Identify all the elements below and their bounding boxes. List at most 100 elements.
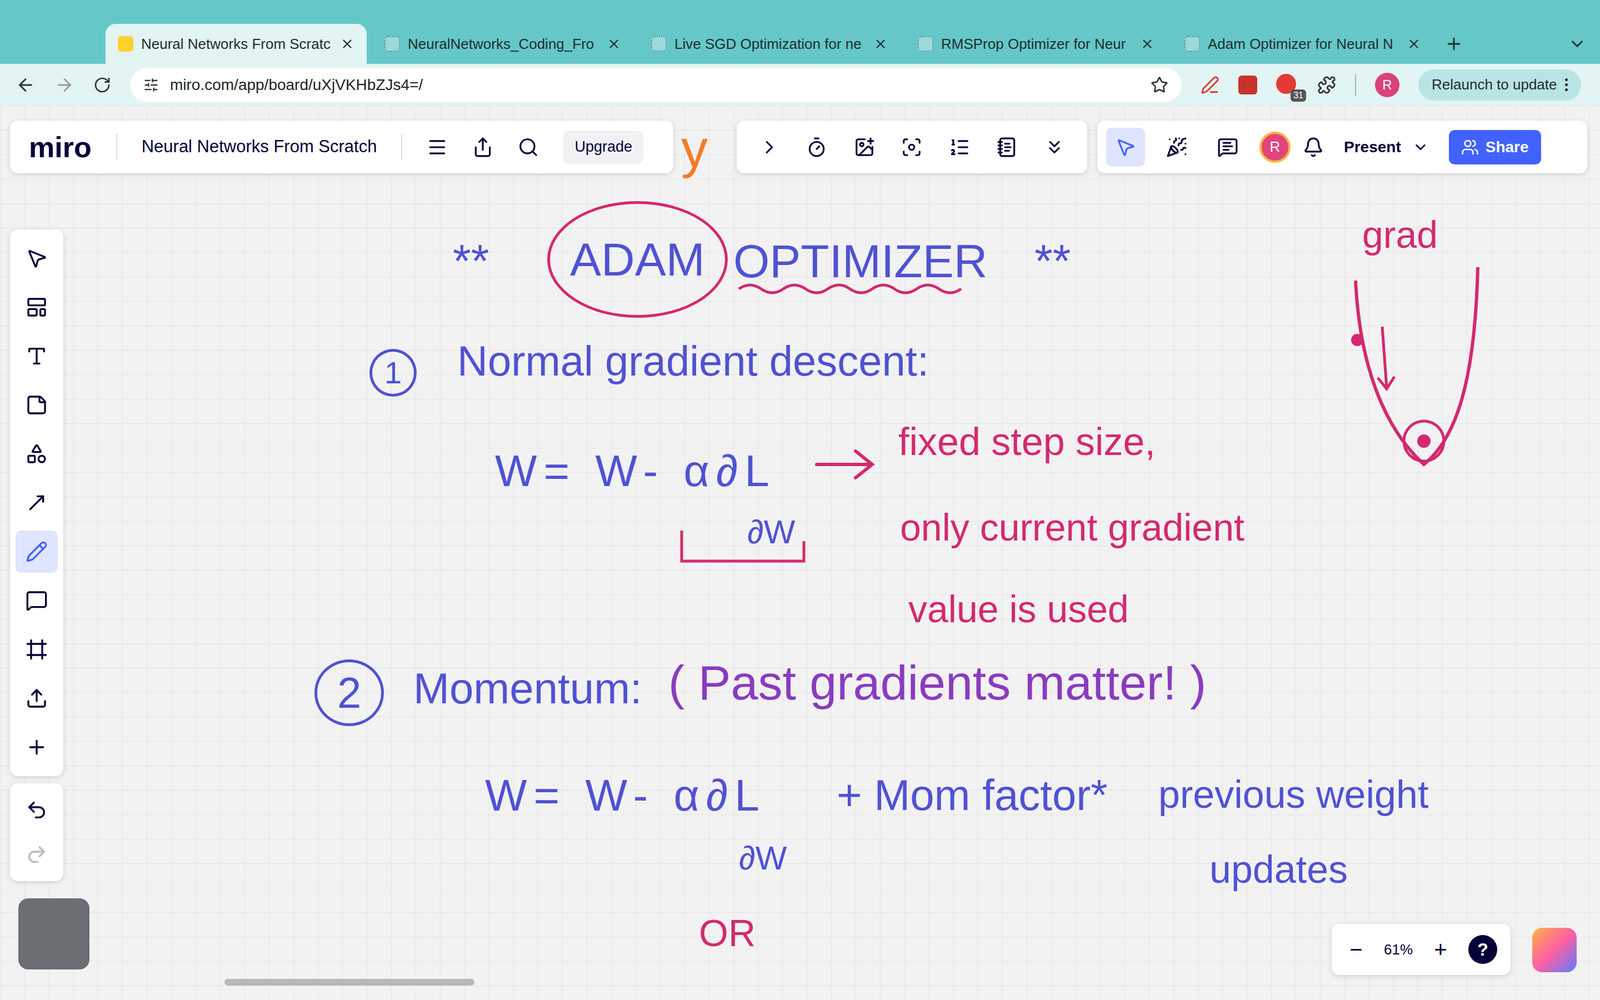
favicon-icon [651, 36, 667, 52]
more-tools-icon[interactable] [1043, 136, 1065, 158]
tool-button[interactable] [15, 237, 58, 280]
tool-button[interactable] [15, 432, 58, 475]
tool-icon [25, 393, 48, 417]
close-icon[interactable] [873, 36, 888, 52]
present-button[interactable]: Present [1336, 135, 1437, 159]
user-avatar[interactable]: R [1259, 131, 1291, 163]
pen-extension-icon[interactable] [1200, 75, 1220, 95]
back-icon[interactable] [15, 75, 36, 95]
miro-logo[interactable]: miro [28, 132, 92, 162]
handwritten-note[interactable]: only current gradient [900, 508, 1245, 547]
relaunch-button[interactable]: Relaunch to update [1418, 69, 1582, 101]
handwritten-note[interactable]: Momentum: [413, 666, 643, 710]
handwritten-note[interactable]: ** [1034, 237, 1071, 285]
tool-button[interactable] [15, 481, 58, 524]
bracket-line [681, 530, 804, 562]
ai-assistant-icon[interactable] [1532, 927, 1577, 973]
browser-tab[interactable]: Adam Optimizer for Neural N [1172, 23, 1434, 64]
collab-tool[interactable] [1106, 127, 1145, 167]
tool-button[interactable] [15, 383, 58, 427]
menu-icon[interactable] [426, 136, 448, 158]
omnibox[interactable]: miro.com/app/board/uXjVKHbZJs4=/ [130, 67, 1182, 103]
forward-icon[interactable] [54, 75, 75, 95]
handwritten-note[interactable]: ADAM [547, 201, 728, 318]
collab-toolbar: R Present Share [1097, 120, 1588, 174]
tool-button[interactable] [15, 628, 58, 671]
handwritten-note[interactable]: + Mom factor* [836, 773, 1108, 817]
handwritten-note[interactable]: previous weight [1158, 775, 1429, 814]
tool-icon [1166, 136, 1188, 158]
close-icon[interactable] [1406, 36, 1422, 52]
share-button[interactable]: Share [1448, 130, 1542, 165]
zoom-level[interactable]: 61% [1383, 938, 1413, 961]
extensions-icon[interactable] [1317, 75, 1337, 95]
tool-icon [25, 589, 48, 612]
minimum-dot [1417, 434, 1431, 448]
profile-avatar[interactable]: R [1375, 72, 1400, 98]
handwritten-note[interactable]: fixed step size, [898, 422, 1156, 462]
new-tab-icon[interactable] [1444, 34, 1464, 54]
address-bar: miro.com/app/board/uXjVKHbZJs4=/31RRelau… [0, 63, 1600, 106]
browser-tab[interactable]: Neural Networks From Scratc [105, 23, 367, 64]
tab-strip: Neural Networks From ScratcNeuralNetwork… [0, 0, 1600, 64]
notes-icon[interactable] [996, 136, 1018, 158]
tool-button[interactable] [15, 677, 58, 720]
browser-tab[interactable]: Live SGD Optimization for ne [638, 23, 900, 64]
tool-button[interactable] [15, 726, 58, 769]
handwritten-note[interactable]: ** [452, 237, 489, 285]
handwritten-note[interactable]: ( Past gradients matter! ) [668, 658, 1207, 708]
help-button[interactable]: ? [1468, 935, 1498, 964]
timer-icon[interactable] [806, 136, 828, 158]
undo-button[interactable] [15, 787, 58, 833]
reload-icon[interactable] [93, 76, 112, 94]
handwritten-note[interactable]: updates [1209, 850, 1348, 889]
handwritten-note[interactable]: OPTIMIZER [733, 237, 988, 285]
close-icon[interactable] [340, 36, 355, 52]
tab-search-icon[interactable] [1567, 34, 1587, 54]
zoom-out-button[interactable]: − [1345, 938, 1368, 961]
close-icon[interactable] [1140, 36, 1155, 52]
handwritten-note[interactable]: OR [698, 913, 756, 952]
left-toolbar [10, 229, 64, 777]
handwritten-note[interactable]: 1 [369, 348, 417, 397]
handwritten-note[interactable]: value is used [908, 590, 1129, 628]
board-canvas[interactable]: y ** ADAMOPTIMIZER ** grad 1 Normal gradient d… [0, 105, 1600, 1000]
redo-button[interactable] [15, 832, 58, 877]
handwritten-note[interactable]: Normal gradient descent: [457, 340, 929, 383]
handwritten-note[interactable]: ∂W [738, 841, 787, 875]
handwritten-note[interactable]: W= W- α∂L [485, 773, 767, 818]
search-icon[interactable] [517, 136, 539, 158]
handwritten-note[interactable]: 2 [314, 659, 384, 727]
close-icon[interactable] [606, 36, 622, 52]
notifications-icon[interactable] [1302, 136, 1324, 158]
history-toolbar [10, 783, 64, 882]
extension-icon[interactable] [1238, 75, 1258, 95]
tool-button[interactable] [15, 335, 58, 378]
wavy-underline [738, 285, 962, 293]
handwritten-note[interactable]: y [681, 122, 708, 176]
favicon-icon [384, 36, 400, 52]
collab-tool[interactable] [1157, 127, 1197, 167]
tool-icon [25, 345, 48, 368]
handwritten-note[interactable]: ∂W [747, 515, 795, 549]
upgrade-button[interactable]: Upgrade [563, 130, 644, 164]
countdown-icon[interactable] [948, 136, 970, 158]
tool-button[interactable] [15, 530, 58, 573]
expand-icon[interactable] [758, 136, 780, 158]
browser-tab[interactable]: RMSProp Optimizer for Neur [905, 23, 1167, 64]
focus-icon[interactable] [901, 136, 923, 158]
handwritten-note[interactable]: grad [1362, 215, 1438, 254]
zoom-in-button[interactable]: + [1429, 938, 1452, 961]
collab-tool[interactable] [1208, 127, 1248, 167]
export-icon[interactable] [472, 136, 494, 158]
board-title[interactable]: Neural Networks From Scratch [141, 133, 378, 160]
tool-button[interactable] [15, 579, 58, 622]
handwritten-note[interactable]: W= W- α∂L [495, 448, 777, 494]
horizontal-scrollbar[interactable] [224, 978, 475, 986]
browser-tab[interactable]: NeuralNetworks_Coding_Fro [372, 23, 634, 64]
more-icon [1565, 78, 1568, 92]
site-info-icon[interactable] [143, 77, 159, 93]
tool-button[interactable] [15, 286, 58, 329]
bookmark-icon[interactable] [1150, 76, 1169, 94]
image-icon[interactable] [853, 136, 875, 158]
